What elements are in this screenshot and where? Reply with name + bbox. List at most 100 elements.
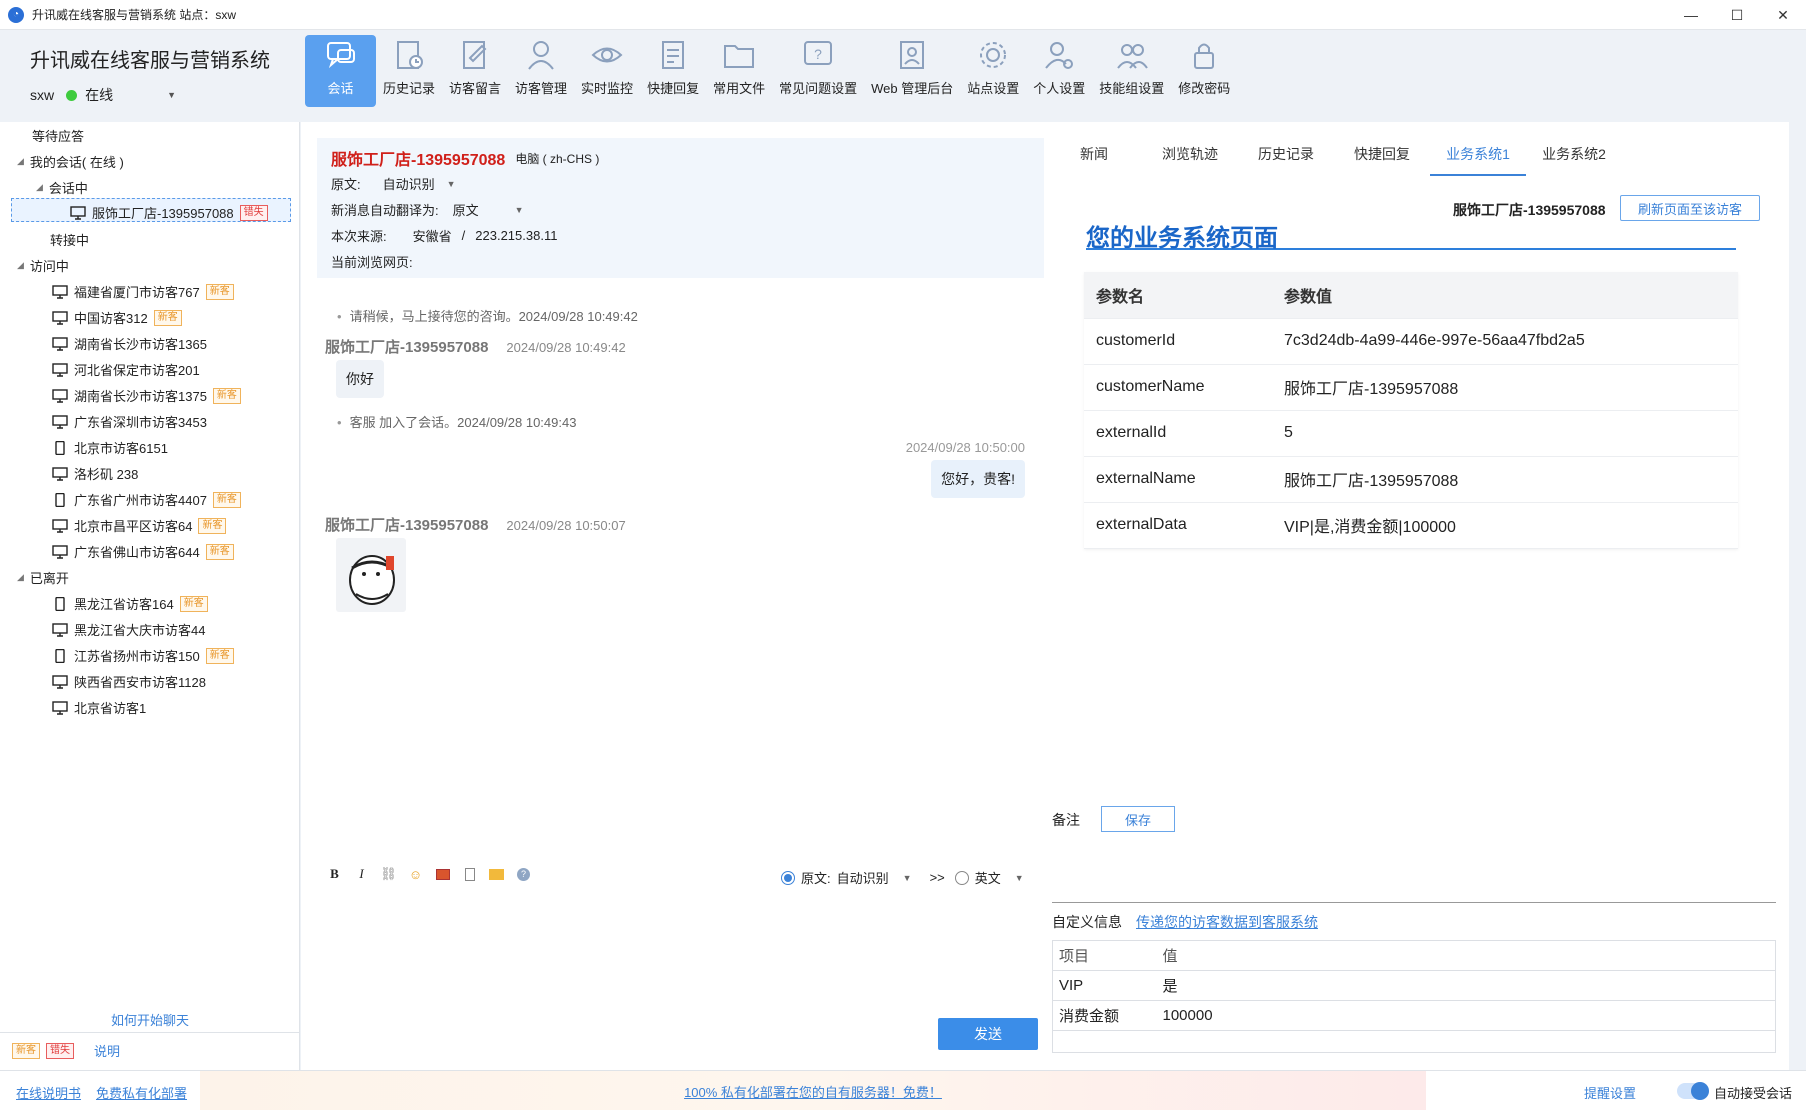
visitor-item[interactable]: 广东省佛山市访客644 新客 xyxy=(52,542,234,561)
help-button[interactable]: ? xyxy=(510,867,537,881)
left-visitor-item[interactable]: 黑龙江省访客164 新客 xyxy=(52,594,208,613)
left-visitor-item[interactable]: 北京省访客1 xyxy=(52,698,146,717)
emoji-button[interactable]: ☺ xyxy=(402,867,429,882)
target-lang-radio[interactable] xyxy=(954,870,969,885)
legend-new-badge: 新客 xyxy=(12,1042,40,1059)
toolbar-item-quick-reply[interactable]: 快捷回复 xyxy=(640,35,706,107)
toolbar-item-user-search[interactable]: 访客管理 xyxy=(508,35,574,107)
tab-5[interactable]: 业务系统1 xyxy=(1430,144,1526,176)
folder-button[interactable] xyxy=(483,868,510,880)
monitor-icon xyxy=(52,362,68,377)
expand-triangle-icon[interactable]: ◢ xyxy=(36,182,43,193)
toolbar-item-chat-bubbles[interactable]: 会话 xyxy=(305,35,376,107)
minimize-button[interactable]: — xyxy=(1668,0,1714,30)
file-button[interactable] xyxy=(456,867,483,881)
bold-button[interactable]: B xyxy=(321,866,348,882)
source-language-select[interactable]: 自动识别 xyxy=(383,174,435,193)
visitor-item[interactable]: 北京市访客6151 xyxy=(52,438,168,457)
toolbar-item-site-settings[interactable]: 站点设置 xyxy=(960,35,1026,107)
toolbar-item-personal-settings[interactable]: 个人设置 xyxy=(1026,35,1092,107)
expand-triangle-icon[interactable]: ◢ xyxy=(17,572,24,583)
visitor-item[interactable]: 北京市昌平区访客64 新客 xyxy=(52,516,227,535)
kv-key-cell: 项目 xyxy=(1052,940,1157,971)
toolbar-item-web-admin[interactable]: Web 管理后台 xyxy=(864,35,960,107)
toolbar-item-group[interactable]: 技能组设置 xyxy=(1092,35,1171,107)
tree-transferring[interactable]: 转接中 xyxy=(50,230,89,249)
visitor-item[interactable]: 洛杉矶 238 xyxy=(52,464,138,483)
chat-bubbles-icon xyxy=(326,42,355,69)
source-lang-radio[interactable] xyxy=(781,870,795,885)
expand-triangle-icon[interactable]: ◢ xyxy=(17,260,24,271)
left-visitor-item[interactable]: 江苏省扬州市访客150 新客 xyxy=(52,646,234,665)
pass-visitor-data-link[interactable]: 传递您的访客数据到客服系统 xyxy=(1136,912,1318,932)
send-button[interactable]: 发送 xyxy=(938,1018,1038,1050)
tree-visiting[interactable]: ◢ 访问中 xyxy=(17,256,69,275)
visitor-item[interactable]: 湖南省长沙市访客1375 新客 xyxy=(52,386,241,405)
visitor-item[interactable]: 广东省广州市访客4407 新客 xyxy=(52,490,241,509)
chevron-down-icon[interactable]: ▼ xyxy=(167,90,176,100)
mobile-icon xyxy=(55,648,65,663)
manual-link[interactable]: 在线说明书 xyxy=(16,1083,81,1102)
visitor-item[interactable]: 湖南省长沙市访客1365 xyxy=(52,334,207,353)
visitor-item[interactable]: 福建省厦门市访客767 新客 xyxy=(52,282,234,301)
session-sidebar: 等待应答 ◢ 我的会话( 在线 ) ◢ 会话中服饰工厂店-1395957088 错失转接中… xyxy=(0,122,300,1070)
chevron-down-icon[interactable]: ▼ xyxy=(1015,873,1024,883)
expand-triangle-icon[interactable]: ◢ xyxy=(17,156,24,167)
target-lang-select[interactable]: 英文 xyxy=(975,868,1001,887)
online-status-icon xyxy=(66,89,78,101)
how-to-start-link[interactable]: 如何开始聊天 xyxy=(0,1010,300,1029)
maximize-button[interactable]: ☐ xyxy=(1714,0,1760,30)
monitor-icon xyxy=(52,284,68,299)
param-table: 参数名 参数值 customerId 7c3d24db-4a99-446e-997e-… xyxy=(1084,272,1738,549)
tab-2[interactable]: 浏览轨迹 xyxy=(1142,144,1238,176)
image-button[interactable] xyxy=(429,868,456,880)
source-lang-select[interactable]: 自动识别 xyxy=(837,868,889,887)
legend-description-link[interactable]: 说明 xyxy=(94,1041,120,1060)
customer-header: 服饰工厂店-1395957088 电脑 ( zh-CHS ) xyxy=(331,146,599,170)
save-button[interactable]: 保存 xyxy=(1101,806,1175,832)
visitor-item[interactable]: 中国访客312 新客 xyxy=(52,308,182,327)
visitor-item[interactable]: 广东省深圳市访客3453 xyxy=(52,412,207,431)
left-visitor-item[interactable]: 陕西省西安市访客1128 xyxy=(52,672,206,691)
app-logo-icon: ◔ xyxy=(8,6,24,23)
history-icon xyxy=(397,41,423,69)
new-badge: 新客 xyxy=(212,491,241,508)
info-panel: 新闻 浏览轨迹 历史记录 快捷回复 业务系统1 业务系统2 服饰工厂店-139595708… xyxy=(1046,122,1789,1070)
tree-left[interactable]: ◢ 已离开 xyxy=(17,568,69,587)
private-deploy-link[interactable]: 免费私有化部署 xyxy=(96,1083,187,1102)
chevron-down-icon[interactable]: ▼ xyxy=(903,873,912,883)
left-visitor-item[interactable]: 黑龙江省大庆市访客44 xyxy=(52,620,205,639)
tree-in-session[interactable]: ◢ 会话中 xyxy=(36,178,88,197)
quick-reply-icon xyxy=(662,41,685,69)
tree-waiting[interactable]: 等待应答 xyxy=(32,126,84,145)
visitor-item[interactable]: 河北省保定市访客201 xyxy=(52,360,200,379)
promo-link[interactable]: 100% 私有化部署在您的自有服务器！免费！ xyxy=(684,1082,942,1101)
toolbar-item-eye[interactable]: 实时监控 xyxy=(574,35,640,107)
legend-lost-badge: 错失 xyxy=(46,1042,74,1059)
toolbar-item-message-edit[interactable]: 访客留言 xyxy=(442,35,508,107)
source-ip: 223.215.38.11 xyxy=(475,228,558,243)
new-badge: 新客 xyxy=(198,517,227,534)
sticker-image[interactable] xyxy=(336,538,406,612)
toolbar-item-history[interactable]: 历史记录 xyxy=(376,35,442,107)
chevron-down-icon[interactable]: ▼ xyxy=(447,179,456,189)
toolbar-item-faq[interactable]: ? 常见问题设置 xyxy=(772,35,864,107)
toolbar-item-folder[interactable]: 常用文件 xyxy=(706,35,772,107)
folder-icon xyxy=(489,868,504,880)
close-button[interactable]: ✕ xyxy=(1760,0,1806,30)
remind-settings-link[interactable]: 提醒设置 xyxy=(1584,1083,1636,1102)
tab-6[interactable]: 业务系统2 xyxy=(1526,144,1622,176)
tab-4[interactable]: 快捷回复 xyxy=(1334,144,1430,176)
tab-1[interactable]: 新闻 xyxy=(1046,144,1142,176)
user-status[interactable]: sxw 在线 ▼ xyxy=(30,85,176,105)
link-button[interactable]: ⛓ xyxy=(375,866,402,882)
toolbar-item-lock[interactable]: 修改密码 xyxy=(1171,35,1237,107)
tab-3[interactable]: 历史记录 xyxy=(1238,144,1334,176)
auto-accept-toggle[interactable] xyxy=(1677,1082,1709,1100)
tree-active-session[interactable]: 服饰工厂店-1395957088 错失 xyxy=(70,203,268,222)
auto-translate-select[interactable]: 原文 xyxy=(453,200,479,219)
chevron-down-icon[interactable]: ▼ xyxy=(515,205,524,215)
tree-my-sessions[interactable]: ◢ 我的会话( 在线 ) xyxy=(17,152,124,171)
italic-button[interactable]: I xyxy=(348,866,375,882)
source-region: 安徽省 xyxy=(412,229,452,244)
